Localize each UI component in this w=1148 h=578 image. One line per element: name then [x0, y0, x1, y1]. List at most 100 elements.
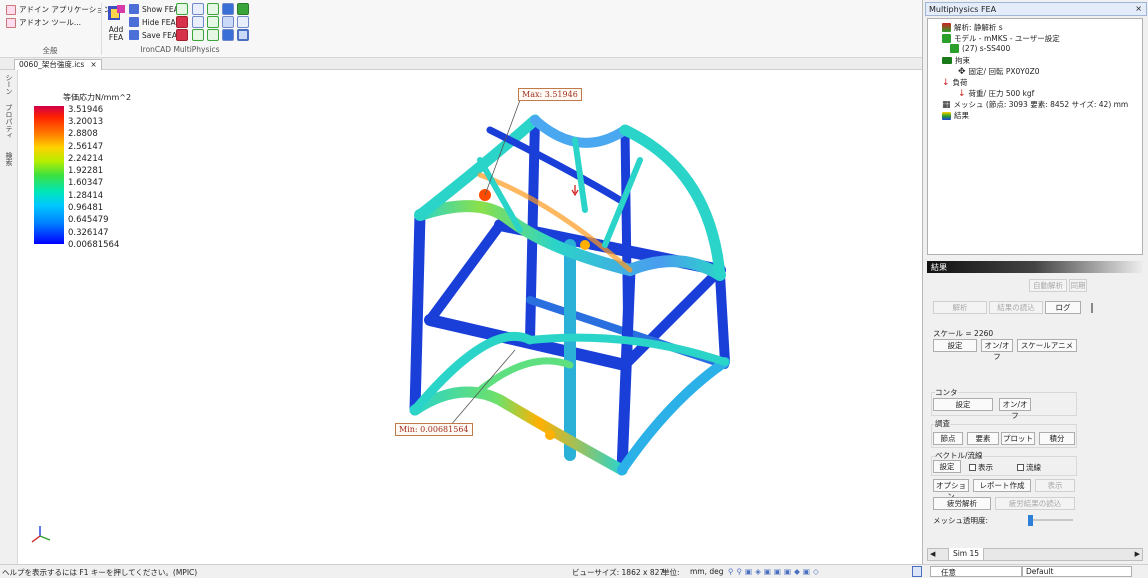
material-tool-icon[interactable]: [192, 3, 204, 15]
plot-button[interactable]: プロット: [1001, 432, 1035, 445]
streamline-checkbox-box[interactable]: [1017, 464, 1024, 471]
show-checkbox-label: 表示: [978, 463, 993, 472]
buckling-tool-icon[interactable]: [222, 29, 234, 41]
legend-title: 等価応力N/mm^2: [63, 93, 132, 102]
tree-item-label: 解析: 静解析 s: [954, 23, 1003, 32]
ribbon-separator: [101, 3, 102, 55]
scale-onoff-button[interactable]: オン/オフ: [981, 339, 1013, 361]
select-pointer-icon[interactable]: [912, 566, 922, 577]
auto-analysis-button[interactable]: 自動解析: [1029, 279, 1067, 292]
side-panel-strip: シーン プロパティ 検索: [0, 70, 18, 564]
tree-item-constraints[interactable]: 拘束: [942, 55, 970, 66]
scale-text: スケール = 2260: [933, 329, 994, 338]
tab-scroll-left-icon[interactable]: ◀: [930, 550, 935, 558]
addon-icon: [6, 17, 16, 28]
modal-tool-icon[interactable]: [207, 29, 219, 41]
analyze-button[interactable]: 解析: [933, 301, 987, 314]
mesh-icon: ▦: [942, 99, 951, 110]
units-label: 単位:: [662, 568, 680, 577]
tree-item-analysis[interactable]: 解析: 静解析 s: [942, 22, 1003, 33]
show-checkbox-box[interactable]: [969, 464, 976, 471]
show-checkbox[interactable]: 表示: [969, 462, 993, 473]
fatigue-analysis-button[interactable]: 疲労解析: [933, 497, 991, 510]
tree-item-fixed[interactable]: ✥ 固定/ 回転 PX0Y0Z0: [958, 66, 1040, 77]
tree-item-loads[interactable]: ↓ 負荷: [942, 77, 968, 88]
scale-anim-button[interactable]: スケールアニメ: [1017, 339, 1077, 352]
tab-sim[interactable]: Sim 15: [948, 548, 984, 561]
properties-tab[interactable]: プロパティ: [4, 104, 14, 139]
vector-settings-button[interactable]: 設定: [933, 460, 961, 473]
style-select[interactable]: Default: [1022, 566, 1132, 577]
contour-onoff-button[interactable]: オン/オフ: [999, 398, 1031, 420]
strain-tool-icon[interactable]: [207, 16, 219, 28]
integral-button[interactable]: 積分: [1039, 432, 1075, 445]
sync-button[interactable]: 同期: [1069, 279, 1087, 292]
scene-tab[interactable]: シーン: [4, 74, 14, 95]
transparency-slider-track[interactable]: [1029, 519, 1073, 521]
scale-settings-button[interactable]: 設定: [933, 339, 977, 352]
tree-item-label: 荷重/ 圧力 500 kgf: [968, 89, 1035, 98]
document-tab-close-icon[interactable]: ×: [90, 60, 96, 70]
report-button[interactable]: レポート作成: [973, 479, 1031, 492]
probe-tool-icon[interactable]: [222, 16, 234, 28]
save-fea-button[interactable]: Save FEA: [129, 30, 177, 40]
hide-fea-icon: [129, 17, 139, 27]
section-tool-icon[interactable]: [237, 16, 249, 28]
document-tab[interactable]: 0060_架台強度.ics ×: [14, 59, 102, 70]
node-button[interactable]: 節点: [933, 432, 963, 445]
contour-settings-button[interactable]: 設定: [933, 398, 993, 411]
show-fea-button[interactable]: Show FEA: [129, 4, 179, 14]
panel-close-icon[interactable]: ×: [1135, 4, 1142, 13]
log-button[interactable]: ログ: [1045, 301, 1081, 314]
result-tool-icon[interactable]: [237, 3, 249, 15]
heat-tool-icon[interactable]: [176, 29, 188, 41]
stress-tool-icon[interactable]: [176, 16, 188, 28]
disp-tool-icon[interactable]: [192, 16, 204, 28]
view-tools-icons[interactable]: ⚲⚲▣◈▣▣▣◆▣◇: [728, 567, 822, 576]
fea-group-label: IronCAD MultiPhysics: [140, 45, 220, 54]
flow-tool-icon[interactable]: [192, 29, 204, 41]
tree-item-mesh[interactable]: ▦ メッシュ (節点: 3093 要素: 8452 サイズ: 42) mm: [942, 99, 1128, 110]
tree-item-label: 結果: [954, 111, 969, 120]
mesh-tool-icon[interactable]: [176, 3, 188, 15]
show-fea-label: Show FEA: [142, 4, 179, 14]
show-fea-icon: [129, 4, 139, 14]
add-fea-icon: [108, 5, 125, 20]
tree-item-label: 固定/ 回転 PX0Y0Z0: [968, 67, 1040, 76]
read-results-button[interactable]: 結果の読込: [989, 301, 1043, 314]
streamline-checkbox-label: 流線: [1026, 463, 1041, 472]
load-icon: ↓: [958, 88, 966, 99]
fatigue-read-button[interactable]: 疲労結果の読込: [995, 497, 1075, 510]
tree-item-results[interactable]: 結果: [942, 110, 969, 121]
streamline-checkbox[interactable]: 流線: [1017, 462, 1041, 473]
transparency-slider-thumb[interactable]: [1028, 515, 1033, 526]
options-button[interactable]: オプション: [933, 479, 969, 501]
add-fea-button[interactable]: Add FEA: [106, 4, 126, 44]
addin-apps-label: アドイン アプリケーション...: [19, 5, 119, 14]
hide-fea-label: Hide FEA: [142, 17, 176, 27]
fatigue-tool-icon[interactable]: [237, 29, 249, 41]
display-button[interactable]: 表示: [1035, 479, 1075, 492]
survey-label: 調査: [935, 418, 950, 429]
addon-tools-label: アドオン ツール...: [19, 18, 82, 27]
addin-icon: [6, 4, 16, 15]
min-stress-callout: Min: 0.00681564: [395, 423, 473, 436]
style-select-value: Default: [1026, 567, 1054, 576]
tree-item-model[interactable]: モデル - mMKS - ユーザー設定: [942, 33, 1060, 44]
constraint-tool-icon[interactable]: [207, 3, 219, 15]
tree-item-material[interactable]: (27) s-SS400: [950, 44, 1010, 53]
legend-value: 0.96481: [68, 203, 104, 213]
legend-value: 2.8808: [68, 129, 98, 139]
element-button[interactable]: 要素: [967, 432, 999, 445]
addon-tools-item[interactable]: アドオン ツール...: [6, 17, 81, 28]
legend-value: 2.24214: [68, 154, 104, 164]
tree-item-label: (27) s-SS400: [962, 44, 1011, 53]
mode-select[interactable]: 任意: [930, 566, 1022, 577]
results-icon: [942, 111, 951, 120]
search-tab[interactable]: 検索: [4, 152, 14, 166]
general-group-label: 全般: [42, 46, 58, 55]
tree-item-load[interactable]: ↓ 荷重/ 圧力 500 kgf: [958, 88, 1034, 99]
tab-scroll-right-icon[interactable]: ▶: [1135, 550, 1140, 558]
hide-fea-button[interactable]: Hide FEA: [129, 17, 176, 27]
load-tool-icon[interactable]: [222, 3, 234, 15]
